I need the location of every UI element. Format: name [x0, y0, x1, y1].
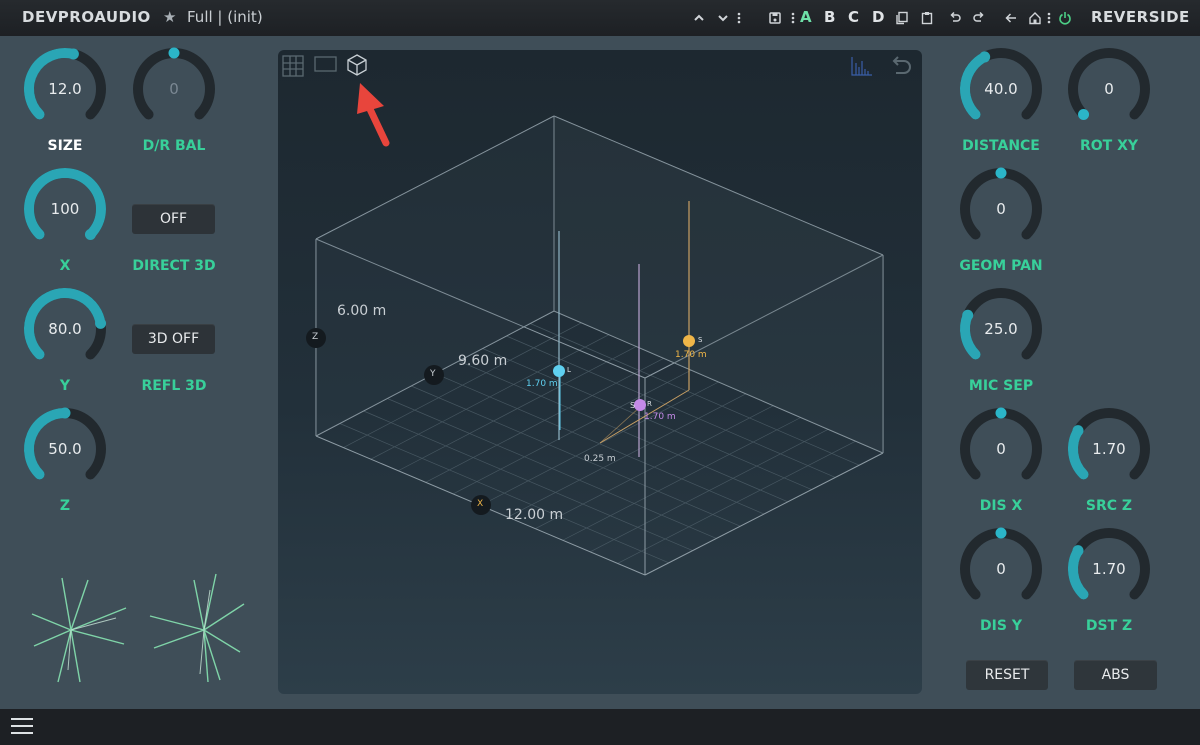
mic-l-height: 1.70 m	[526, 379, 558, 389]
slot-b-button[interactable]: B	[824, 8, 835, 26]
3d-cube-view-icon[interactable]	[346, 53, 368, 77]
geom-pan-knob[interactable]: 0	[956, 164, 1046, 254]
spectrum-icon[interactable]	[850, 55, 874, 77]
back-arrow-icon[interactable]	[1002, 8, 1020, 28]
slot-c-button[interactable]: C	[848, 8, 859, 26]
abs-button[interactable]: ABS	[1074, 660, 1157, 690]
preset-name[interactable]: Full | (init)	[187, 8, 263, 26]
preset-menu-icon[interactable]	[730, 8, 748, 28]
source-marker[interactable]	[683, 335, 695, 347]
redo-icon[interactable]	[970, 8, 988, 28]
dr-bal-knob[interactable]: 0	[129, 44, 219, 134]
mic-r-overlap-s: S	[630, 401, 636, 410]
2d-view-icon[interactable]	[314, 55, 338, 75]
mic-l-label: L	[567, 366, 571, 374]
refl-3d-label: REFL 3D	[141, 378, 207, 394]
y-knob[interactable]: 80.0	[20, 284, 110, 374]
reset-button[interactable]: RESET	[966, 660, 1048, 690]
x-value: 100	[50, 200, 80, 218]
dst-z-label: DST Z	[1085, 618, 1133, 634]
save-preset-icon[interactable]	[766, 8, 784, 28]
rot-xy-value: 0	[1104, 80, 1114, 98]
mic-r-marker[interactable]	[634, 399, 646, 411]
rot-xy-label: ROT XY	[1079, 138, 1139, 154]
red-arrow-annotation	[357, 83, 390, 147]
preset-up-icon[interactable]	[690, 8, 708, 28]
copy-icon[interactable]	[893, 8, 911, 28]
slot-a-button[interactable]: A	[800, 8, 812, 26]
dis-x-value: 0	[996, 440, 1006, 458]
mic-r-label: R	[647, 400, 652, 408]
z-knob[interactable]: 50.0	[20, 404, 110, 494]
src-z-label: SRC Z	[1085, 498, 1133, 514]
mic-l-marker[interactable]	[553, 365, 565, 377]
direct-3d-button[interactable]: OFF	[132, 204, 215, 234]
product-name: REVERSIDE	[1091, 8, 1190, 26]
x-label: X	[59, 258, 71, 274]
hamburger-menu-icon[interactable]	[11, 718, 33, 736]
dis-y-value: 0	[996, 560, 1006, 578]
y-value: 80.0	[48, 320, 82, 338]
slot-d-button[interactable]: D	[872, 8, 884, 26]
dis-x-label: DIS X	[979, 498, 1023, 514]
dis-x-knob[interactable]: 0	[956, 404, 1046, 494]
room-3d-view[interactable]: 6.00 m 9.60 m 12.00 m Z Y X L 1.70 m S 1…	[278, 50, 922, 694]
grid-view-icon[interactable]	[282, 55, 304, 77]
rot-xy-knob[interactable]: 0	[1064, 44, 1154, 134]
z-value: 50.0	[48, 440, 82, 458]
top-bar	[0, 0, 1200, 36]
axis-x-label: X	[477, 499, 484, 509]
left-mic-pattern-graphic	[31, 577, 127, 683]
right-mic-pattern-graphic	[149, 573, 245, 683]
y-label: Y	[59, 378, 71, 394]
distance-value: 40.0	[984, 80, 1018, 98]
geom-pan-value: 0	[996, 200, 1006, 218]
dr-bal-label: D/R BAL	[142, 138, 206, 154]
source-label: S	[698, 336, 703, 344]
paste-icon[interactable]	[918, 8, 936, 28]
axis-y-label: Y	[430, 369, 436, 379]
undo-icon[interactable]	[946, 8, 964, 28]
brand-logo: DEVPROAUDIO	[22, 8, 151, 26]
z-label: Z	[59, 498, 71, 514]
mic-sep-value: 25.0	[984, 320, 1018, 338]
source-height: 1.70 m	[675, 350, 707, 360]
axis-z-label: Z	[312, 332, 319, 342]
dst-z-value: 1.70	[1092, 560, 1126, 578]
size-knob[interactable]: 12.0	[20, 44, 110, 134]
room-depth-label: 9.60 m	[458, 353, 508, 369]
refl-3d-button[interactable]: 3D OFF	[132, 324, 215, 354]
dis-y-knob[interactable]: 0	[956, 524, 1046, 614]
dis-y-label: DIS Y	[980, 618, 1022, 634]
src-z-value: 1.70	[1092, 440, 1126, 458]
bottom-bar	[0, 709, 1200, 745]
dst-z-knob[interactable]: 1.70	[1064, 524, 1154, 614]
power-icon[interactable]	[1056, 8, 1074, 28]
mic-sep-label: MIC SEP	[968, 378, 1034, 394]
geom-pan-label: GEOM PAN	[959, 258, 1043, 274]
favorite-star-icon[interactable]: ★	[163, 8, 176, 26]
direct-3d-label: DIRECT 3D	[132, 258, 216, 274]
room-width-label: 12.00 m	[505, 507, 564, 523]
mic-r-height: 1.70 m	[644, 412, 676, 422]
room-height-label: 6.00 m	[337, 303, 387, 319]
distance-knob[interactable]: 40.0	[956, 44, 1046, 134]
dr-bal-value: 0	[169, 80, 179, 98]
x-knob[interactable]: 100	[20, 164, 110, 254]
mic-separation-label: 0.25 m	[584, 454, 616, 464]
size-label: SIZE	[47, 138, 83, 154]
distance-label: DISTANCE	[962, 138, 1040, 154]
size-value: 12.0	[48, 80, 82, 98]
reset-view-icon[interactable]	[888, 55, 914, 77]
mic-sep-knob[interactable]: 25.0	[956, 284, 1046, 374]
src-z-knob[interactable]: 1.70	[1064, 404, 1154, 494]
